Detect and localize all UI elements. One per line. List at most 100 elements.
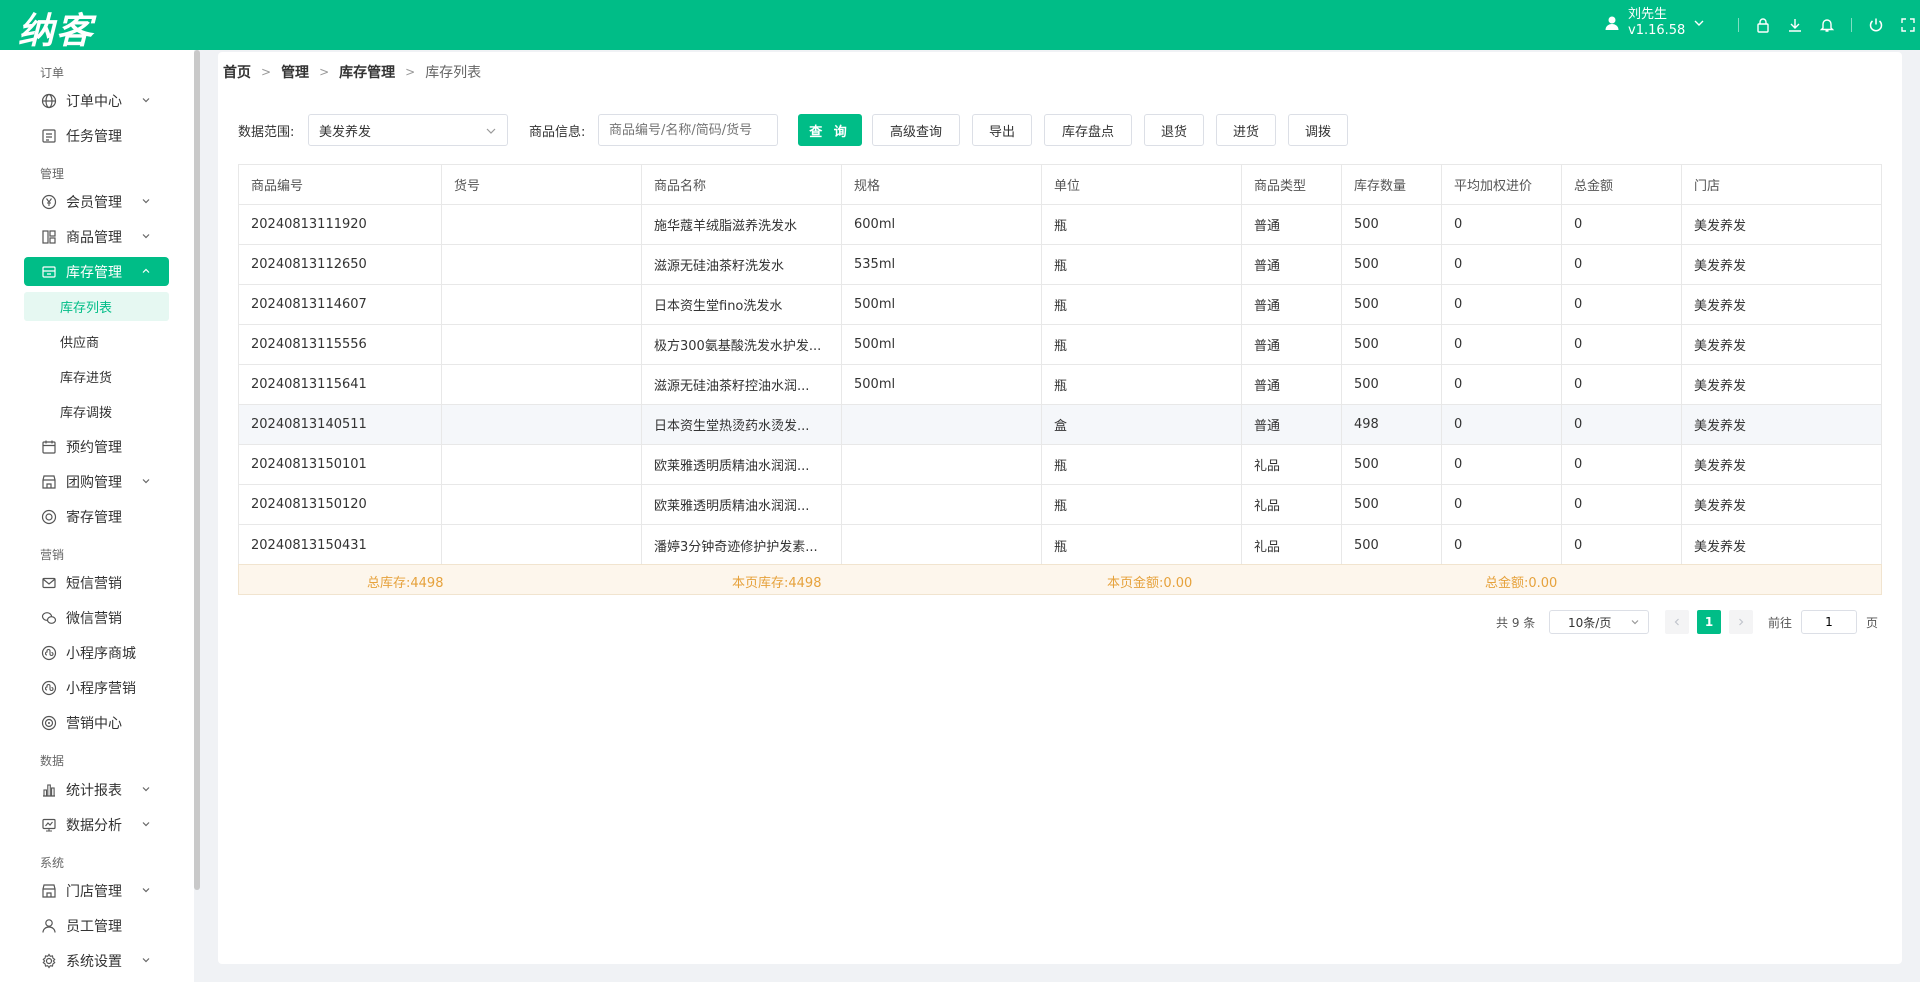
brand-logo[interactable]: 纳客 xyxy=(18,2,94,54)
breadcrumb-manage[interactable]: 管理 xyxy=(281,62,309,82)
sidebar-subitem-stock-transfer[interactable]: 库存调拨 xyxy=(24,397,169,426)
sidebar-item-label: 统计报表 xyxy=(66,782,122,799)
sidebar-subitem-stock-in[interactable]: 库存进货 xyxy=(24,362,169,391)
table-row[interactable]: 20240813150431 潘婷3分钟奇迹修护护发素... 瓶礼品 500 0 0 美发养… xyxy=(239,525,1881,565)
cell-unit: 瓶 xyxy=(1042,205,1242,244)
sidebar-item-label: 商品管理 xyxy=(66,229,122,246)
cell-spec: 500ml xyxy=(842,365,1042,404)
table-summary-bar: 总库存:4498 本页库存:4498 本页金额:0.00 总金额:0.00 xyxy=(238,564,1882,595)
cell-type: 普通 xyxy=(1242,245,1342,284)
table-row[interactable]: 20240813111920 施华蔻羊绒脂滋养洗发水 600ml 瓶普通 500 0 0 美发… xyxy=(239,205,1881,245)
sidebar-item-wechat-marketing[interactable]: 微信营销 xyxy=(24,603,169,632)
sidebar-item-label: 任务管理 xyxy=(66,128,122,145)
sidebar-item-marketing-center[interactable]: 营销中心 xyxy=(24,708,169,737)
cell-avg-price: 0 xyxy=(1442,285,1562,324)
sidebar-item-order-center[interactable]: 订单中心 xyxy=(24,86,169,115)
return-button[interactable]: 退货 xyxy=(1144,114,1204,146)
range-select[interactable]: 美发养发 xyxy=(308,114,508,146)
sidebar-item-label: 团购管理 xyxy=(66,474,122,491)
bell-icon[interactable] xyxy=(1811,14,1843,36)
transfer-button[interactable]: 调拨 xyxy=(1288,114,1348,146)
column-header-stock-qty[interactable]: 库存数量 xyxy=(1342,165,1442,204)
table-row[interactable]: 20240813150101 欧莱雅透明质精油水润润... 瓶礼品 500 0 0 美发养发 xyxy=(239,445,1881,485)
table-row[interactable]: 20240813114607 日本资生堂fino洗发水 500ml 瓶普通 500 0 0 美… xyxy=(239,285,1881,325)
cell-name: 日本资生堂fino洗发水 xyxy=(642,285,842,324)
table-row[interactable]: 20240813115641 滋源无硅油茶籽控油水润... 500ml 瓶普通 500 0… xyxy=(239,365,1881,405)
prev-page-button[interactable] xyxy=(1665,610,1689,634)
group-label-manage: 管理 xyxy=(40,167,65,181)
breadcrumb-home[interactable]: 首页 xyxy=(223,62,251,82)
sidebar-item-staff-manage[interactable]: 员工管理 xyxy=(24,911,169,940)
cell-store: 美发养发 xyxy=(1694,299,1747,314)
table-row[interactable]: 20240813112650 滋源无硅油茶籽洗发水 535ml 瓶普通 500 0 0 美发养… xyxy=(239,245,1881,285)
cell-stock-qty: 500 xyxy=(1342,245,1442,284)
cell-type: 礼品 xyxy=(1242,445,1342,484)
table-row[interactable]: 20240813115556 极方300氨基酸洗发水护发... 500ml 瓶普通 50… xyxy=(239,325,1881,365)
sidebar-subitem-stock-list[interactable]: 库存列表 xyxy=(24,292,169,321)
goods-search-input[interactable] xyxy=(598,114,778,146)
cell-avg-price: 0 xyxy=(1442,325,1562,364)
cell-code: 20240813150120 xyxy=(239,485,442,524)
column-header-name[interactable]: 商品名称 xyxy=(642,165,842,204)
mini-program-icon xyxy=(40,679,58,697)
page-label: 页 xyxy=(1866,616,1879,630)
cell-store: 美发养发 xyxy=(1694,459,1747,474)
page-size-value: 10条/页 xyxy=(1568,615,1612,630)
summary-total-amount: 总金额:0.00 xyxy=(1485,576,1558,591)
advanced-query-button[interactable]: 高级查询 xyxy=(872,114,960,146)
sidebar-item-system-settings[interactable]: 系统设置 xyxy=(24,946,169,975)
goods-info-label: 商品信息: xyxy=(529,124,586,140)
sidebar-item-task-manage[interactable]: 任务管理 xyxy=(24,121,169,150)
yen-icon xyxy=(40,193,58,211)
cell-avg-price: 0 xyxy=(1442,405,1562,444)
query-button[interactable]: 查 询 xyxy=(798,114,862,146)
chevron-down-icon xyxy=(142,479,150,484)
sidebar-scrollbar[interactable] xyxy=(194,50,200,890)
user-menu[interactable]: 刘先生 v1.16.58 xyxy=(1604,7,1705,39)
sidebar-item-mini-mall[interactable]: 小程序商城 xyxy=(24,638,169,667)
next-page-button[interactable] xyxy=(1729,610,1753,634)
sidebar-item-deposit-manage[interactable]: 寄存管理 xyxy=(24,502,169,531)
sidebar-item-sms-marketing[interactable]: 短信营销 xyxy=(24,568,169,597)
sidebar-item-stock-manage[interactable]: 库存管理 xyxy=(24,257,169,286)
sidebar-item-booking-manage[interactable]: 预约管理 xyxy=(24,432,169,461)
sidebar-item-store-manage[interactable]: 门店管理 xyxy=(24,876,169,905)
sidebar-item-stats-report[interactable]: 统计报表 xyxy=(24,775,169,804)
fullscreen-icon[interactable] xyxy=(1892,14,1920,36)
goto-page-input[interactable] xyxy=(1801,610,1857,634)
sidebar-item-group-manage[interactable]: 团购管理 xyxy=(24,467,169,496)
column-header-unit[interactable]: 单位 xyxy=(1042,165,1242,204)
breadcrumb-stock-manage[interactable]: 库存管理 xyxy=(339,62,395,82)
cell-code: 20240813115641 xyxy=(239,365,442,404)
power-icon[interactable] xyxy=(1860,14,1892,36)
cell-store: 美发养发 xyxy=(1694,499,1747,514)
purchase-button[interactable]: 进货 xyxy=(1216,114,1276,146)
table-row[interactable]: 20240813150120 欧莱雅透明质精油水润润... 瓶礼品 500 0 0 美发养发 xyxy=(239,485,1881,525)
sidebar-item-goods-manage[interactable]: 商品管理 xyxy=(24,222,169,251)
column-header-spec[interactable]: 规格 xyxy=(842,165,1042,204)
lock-icon[interactable] xyxy=(1747,14,1779,36)
cell-total-amount: 0 xyxy=(1562,485,1682,524)
chevron-left-icon xyxy=(1674,618,1679,626)
user-name: 刘先生 xyxy=(1628,7,1668,22)
page-size-select[interactable]: 10条/页 xyxy=(1549,610,1649,634)
sidebar-subitem-supplier[interactable]: 供应商 xyxy=(24,327,169,356)
stocktake-button[interactable]: 库存盘点 xyxy=(1044,114,1132,146)
cell-type: 普通 xyxy=(1242,405,1342,444)
cell-stock-qty: 500 xyxy=(1342,325,1442,364)
sidebar-item-label: 系统设置 xyxy=(66,953,122,970)
cell-code: 20240813115556 xyxy=(239,325,442,364)
sidebar-item-data-analysis[interactable]: 数据分析 xyxy=(24,810,169,839)
column-header-type[interactable]: 商品类型 xyxy=(1242,165,1342,204)
column-header-total-amount[interactable]: 总金额 xyxy=(1562,165,1682,204)
column-header-avg-price[interactable]: 平均加权进价 xyxy=(1442,165,1562,204)
column-header-code[interactable]: 商品编号 xyxy=(239,165,442,204)
sidebar-item-mini-marketing[interactable]: 小程序营销 xyxy=(24,673,169,702)
download-icon[interactable] xyxy=(1779,14,1811,36)
export-button[interactable]: 导出 xyxy=(972,114,1032,146)
column-header-store[interactable]: 门店 xyxy=(1682,165,1881,204)
table-row[interactable]: 20240813140511 日本资生堂热烫药水烫发... 盒普通 498 0 0 美发养发 xyxy=(239,405,1881,445)
column-header-item-no[interactable]: 货号 xyxy=(442,165,642,204)
page-number-button[interactable]: 1 xyxy=(1697,610,1721,634)
sidebar-item-member-manage[interactable]: 会员管理 xyxy=(24,187,169,216)
